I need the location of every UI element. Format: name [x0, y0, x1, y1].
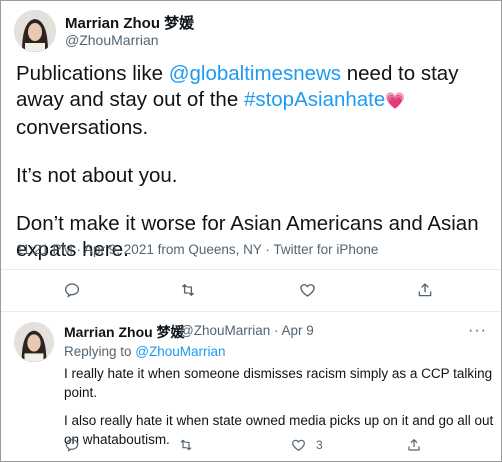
mention-link[interactable]: @globaltimesnews: [169, 62, 341, 85]
reply-author-name[interactable]: Marrian Zhou 梦媛: [64, 322, 185, 342]
share-icon: [408, 439, 420, 451]
reply-like-button[interactable]: 3: [290, 437, 323, 453]
replying-to: Replying to @ZhouMarrian: [64, 344, 226, 359]
reply-icon: [64, 283, 80, 298]
author-name[interactable]: Marrian Zhou 梦媛: [65, 12, 194, 33]
share-icon: [418, 283, 432, 297]
divider: [1, 269, 501, 270]
reply-paragraph: I also really hate it when state owned m…: [64, 413, 494, 447]
heart-emoji: 💗: [385, 93, 406, 110]
reply-author-handle-date[interactable]: @ZhouMarrian · Apr 9: [180, 323, 314, 338]
reply-button[interactable]: [63, 281, 81, 299]
reply-retweet-button[interactable]: [177, 437, 195, 453]
reply-text: I really hate it when someone dismisses …: [64, 364, 494, 449]
retweet-button[interactable]: [178, 281, 198, 299]
like-icon: [292, 439, 305, 451]
text-segment: conversations.: [16, 116, 149, 139]
tweet-paragraph: Publications like @globaltimesnews need …: [16, 61, 491, 141]
share-button[interactable]: [416, 281, 434, 299]
hashtag-link[interactable]: #stopAsianhate: [244, 88, 385, 111]
tweet-paragraph: It’s not about you.: [16, 164, 178, 187]
divider: [1, 311, 501, 312]
replying-prefix: Replying to: [64, 344, 136, 359]
like-count: 3: [316, 438, 323, 452]
retweet-icon: [181, 284, 195, 296]
retweet-icon: [180, 439, 192, 451]
reply-author-avatar[interactable]: [14, 322, 54, 362]
like-icon: [300, 284, 315, 297]
like-button[interactable]: [298, 281, 317, 299]
tweet-timestamp[interactable]: 11:21 PM · Apr 9, 2021 from Queens, NY ·…: [16, 242, 378, 257]
reply-reply-button[interactable]: [64, 437, 80, 453]
reply-paragraph: I really hate it when someone dismisses …: [64, 366, 493, 400]
reply-icon: [65, 439, 79, 452]
text-segment: Publications like: [16, 62, 169, 85]
author-handle[interactable]: @ZhouMarrian: [65, 32, 159, 48]
replying-to-link[interactable]: @ZhouMarrian: [135, 344, 225, 359]
reply-share-button[interactable]: [406, 437, 422, 453]
tweet-text: Publications like @globaltimesnews need …: [16, 61, 491, 263]
more-options-icon[interactable]: ···: [468, 322, 487, 340]
tweet-thread: Marrian Zhou 梦媛 @ZhouMarrian Publication…: [0, 0, 502, 462]
author-avatar[interactable]: [14, 10, 56, 52]
